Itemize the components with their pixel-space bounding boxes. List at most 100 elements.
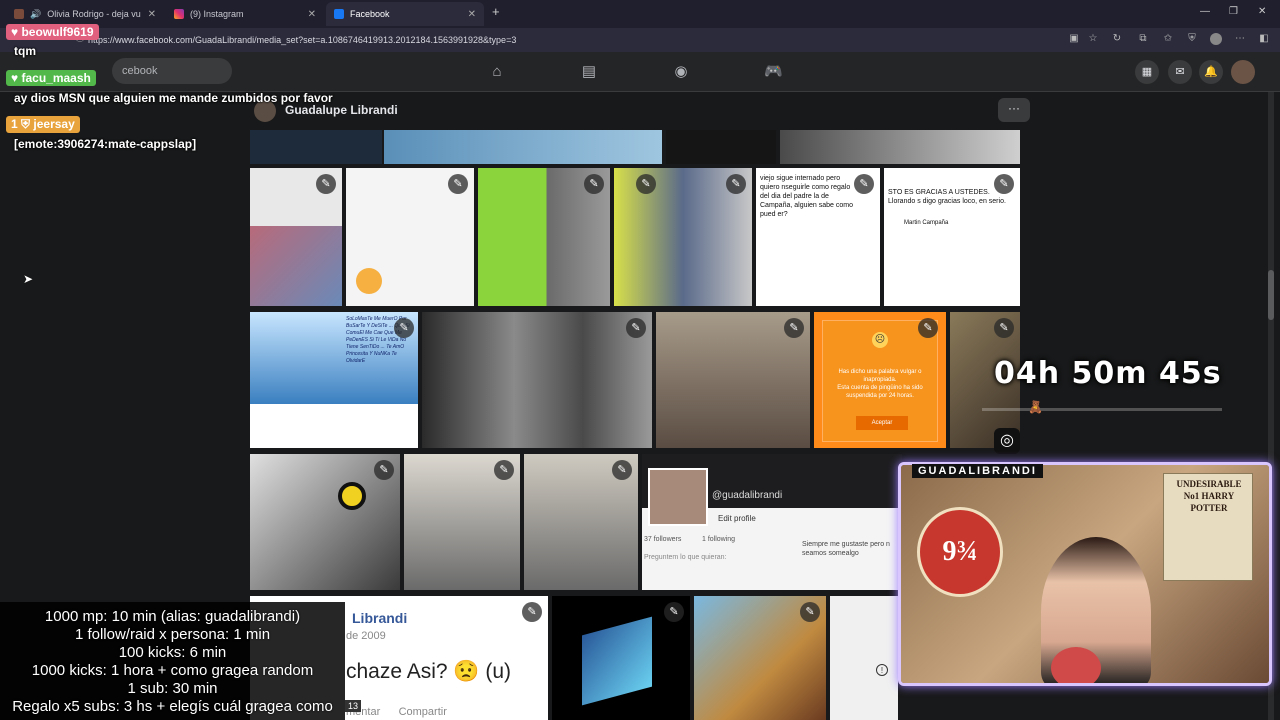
- shield-badge-icon: ⛨: [21, 117, 31, 131]
- accept-button[interactable]: Aceptar: [856, 416, 908, 430]
- photo-thumbnail[interactable]: ✎: [524, 454, 638, 590]
- edit-pencil-icon[interactable]: ✎: [854, 174, 874, 194]
- instagram-profile-screenshot[interactable]: @guadalibrandi Edit profile 37 followers…: [642, 454, 902, 590]
- photo-thumbnail[interactable]: ☹ Has dicho una palabra vulgar o inaprop…: [814, 312, 946, 448]
- extension-icon[interactable]: ⧉: [1137, 33, 1149, 45]
- photo-thumbnail[interactable]: ✎: [656, 312, 810, 448]
- chat-username: ♥ facu_maash: [6, 70, 96, 86]
- photo-thumbnail[interactable]: [250, 130, 382, 164]
- stream-goals-panel: 1000 mp: 10 min (alias: guadalibrandi) 1…: [0, 602, 345, 720]
- close-icon[interactable]: ✕: [468, 9, 476, 20]
- refresh-icon[interactable]: ↻: [1111, 33, 1123, 45]
- photo-thumbnail[interactable]: ✎: [250, 168, 342, 306]
- post-text: chaze Asi? 😟 (u): [346, 660, 512, 683]
- photo-thumbnail[interactable]: ✎: [694, 596, 826, 720]
- home-icon[interactable]: ⌂: [488, 63, 506, 81]
- goal-count-badge: 13: [345, 700, 362, 712]
- edit-pencil-icon[interactable]: ✎: [994, 318, 1014, 338]
- edit-pencil-icon[interactable]: ✎: [494, 460, 514, 480]
- menu-dots-icon[interactable]: ⋯: [1234, 33, 1246, 45]
- photo-thumbnail[interactable]: ✎: [346, 168, 474, 306]
- photo-thumbnail[interactable]: ✎: [404, 454, 520, 590]
- edit-pencil-icon[interactable]: ✎: [636, 174, 656, 194]
- favorites-icon[interactable]: ✩: [1162, 33, 1174, 45]
- edit-pencil-icon[interactable]: ✎: [522, 602, 542, 622]
- photo-thumbnail[interactable]: [666, 130, 776, 164]
- menu-grid-icon[interactable]: ▦: [1135, 60, 1159, 84]
- photo-thumbnail[interactable]: ✎: [478, 168, 610, 306]
- edit-pencil-icon[interactable]: ✎: [800, 602, 820, 622]
- tab-facebook[interactable]: Facebook ✕: [326, 2, 484, 26]
- maximize-icon[interactable]: ❐: [1229, 6, 1238, 17]
- platform-number: 9¾: [942, 536, 978, 567]
- profile-avatar-icon[interactable]: [1210, 33, 1222, 45]
- edit-pencil-icon[interactable]: ✎: [918, 318, 938, 338]
- avatar: [1051, 647, 1101, 683]
- gaming-icon[interactable]: 🎮: [764, 63, 783, 81]
- goal-line: Regalo x5 subs: 3 hs + elegís cuál grage…: [12, 698, 333, 715]
- edit-pencil-icon[interactable]: ✎: [612, 460, 632, 480]
- edit-pencil-icon[interactable]: ✎: [316, 174, 336, 194]
- photo-thumbnail[interactable]: [384, 130, 662, 164]
- tweet-screenshot[interactable]: viejo sigue internado pero quiero nsegui…: [756, 168, 880, 306]
- edit-pencil-icon[interactable]: ✎: [448, 174, 468, 194]
- chat-username: ♥ beowulf9619: [6, 24, 99, 40]
- tab-title: Facebook: [350, 9, 390, 19]
- edit-pencil-icon[interactable]: ✎: [374, 460, 394, 480]
- tweet-author: Martin Campaña: [904, 220, 949, 226]
- tab-instagram[interactable]: (9) Instagram ✕: [166, 2, 324, 26]
- following-count: 1 following: [702, 536, 736, 543]
- tab-olivia-rodrigo[interactable]: 🔊 Olivia Rodrigo - deja vu (Offic ✕: [6, 2, 164, 26]
- address-input[interactable]: https://www.facebook.com/GuadaLibrandi/m…: [88, 32, 1058, 48]
- chat-message: [emote:3906274:mate-cappslap]: [14, 137, 197, 151]
- new-tab-icon[interactable]: +: [492, 4, 500, 19]
- goal-line: 100 kicks: 6 min: [118, 644, 227, 661]
- photo-thumbnail[interactable]: [780, 130, 1020, 164]
- photo-thumbnail[interactable]: ✎: [250, 454, 400, 590]
- photo-thumbnail[interactable]: !: [830, 596, 898, 720]
- wanted-poster: UNDESIRABLE No1 HARRY POTTER: [1163, 473, 1253, 581]
- messenger-icon[interactable]: ✉: [1168, 60, 1192, 84]
- goal-line: 1000 mp: 10 min (alias: guadalibrandi): [44, 608, 301, 625]
- goal-line: 1 sub: 30 min: [127, 680, 218, 697]
- photo-thumbnail[interactable]: ✎ ✎: [614, 168, 752, 306]
- account-avatar[interactable]: [1231, 60, 1255, 84]
- photo-thumbnail[interactable]: SoLoMasTe Me MuerO Por BuSarTe Y DeSiTe …: [250, 312, 418, 448]
- minimize-icon[interactable]: —: [1200, 6, 1210, 17]
- mouse-cursor-icon: ➤: [23, 272, 34, 286]
- edit-profile-button[interactable]: Edit profile: [718, 514, 756, 523]
- sidebar-icon[interactable]: ◧: [1258, 33, 1270, 45]
- edit-pencil-icon[interactable]: ✎: [994, 174, 1014, 194]
- character-sprite-icon: 🧸: [1028, 400, 1043, 414]
- photo-thumbnail[interactable]: ✎: [552, 596, 690, 720]
- photo-thumbnail[interactable]: ✎: [422, 312, 652, 448]
- followers-count: 37 followers: [644, 536, 682, 543]
- edit-pencil-icon[interactable]: ✎: [584, 174, 604, 194]
- avatar: [14, 9, 24, 19]
- edit-pencil-icon[interactable]: ✎: [626, 318, 646, 338]
- profile-name[interactable]: Guadalupe Librandi: [285, 103, 398, 117]
- tab-title: Olivia Rodrigo - deja vu (Offic: [47, 9, 141, 19]
- more-options-button[interactable]: ···: [998, 98, 1030, 122]
- close-icon[interactable]: ✕: [308, 9, 316, 20]
- post-date: de 2009: [346, 630, 386, 642]
- favorite-star-icon[interactable]: ☆: [1087, 33, 1099, 45]
- edit-pencil-icon[interactable]: ✎: [726, 174, 746, 194]
- close-icon[interactable]: ✕: [148, 9, 156, 20]
- webcam-feed: 9¾ UNDESIRABLE No1 HARRY POTTER: [898, 462, 1272, 686]
- instagram-icon: [174, 9, 184, 19]
- edit-pencil-icon[interactable]: ✎: [784, 318, 804, 338]
- scrollbar-thumb[interactable]: [1268, 270, 1274, 320]
- tweet-screenshot[interactable]: STO ES GRACIAS A USTEDES. Llorando s dig…: [884, 168, 1020, 306]
- edit-pencil-icon[interactable]: ✎: [664, 602, 684, 622]
- close-window-icon[interactable]: ✕: [1258, 6, 1266, 17]
- subathon-timer: 04h 50m 45s: [994, 356, 1222, 391]
- marketplace-icon[interactable]: ▤: [580, 63, 598, 81]
- chat-message: ay dios MSN que alguien me mande zumbido…: [14, 91, 333, 105]
- edit-pencil-icon[interactable]: ✎: [394, 318, 414, 338]
- groups-icon[interactable]: ◉: [672, 63, 690, 81]
- notifications-icon[interactable]: 🔔: [1199, 60, 1223, 84]
- shield-icon[interactable]: ⛨: [1186, 33, 1198, 45]
- reader-icon[interactable]: ▣: [1068, 33, 1080, 45]
- search-text: cebook: [122, 65, 158, 77]
